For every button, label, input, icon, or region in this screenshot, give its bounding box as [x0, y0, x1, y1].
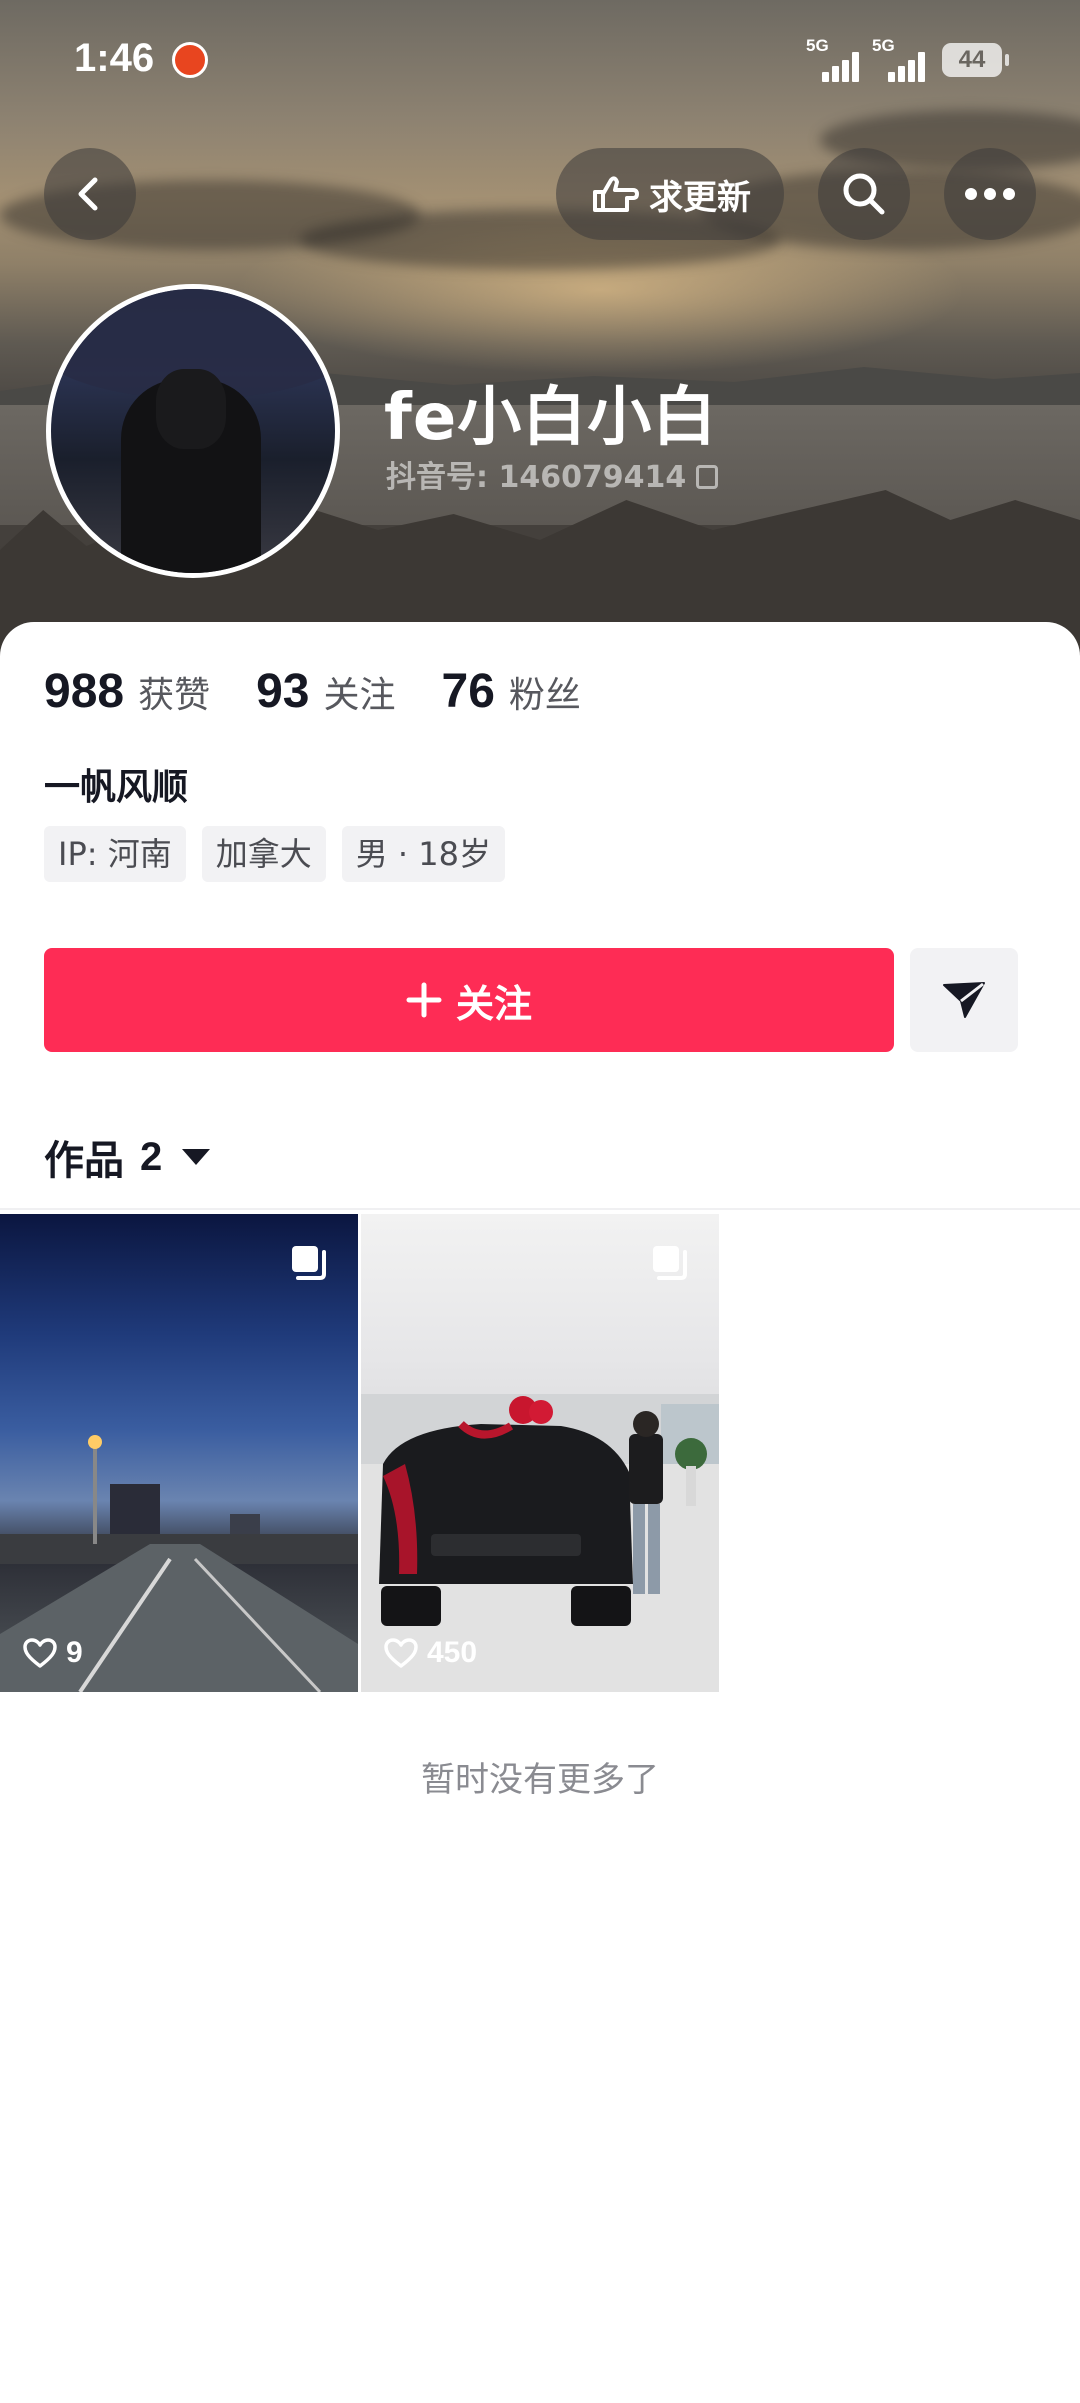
stat-likes[interactable]: 988 获赞 [44, 664, 210, 719]
multi-image-icon [292, 1246, 326, 1280]
search-icon [843, 173, 885, 215]
tab-works-count: 2 [140, 1134, 163, 1179]
tile-likes: 450 [383, 1636, 477, 1670]
divider [0, 1208, 1080, 1210]
more-dots-icon [965, 188, 1015, 200]
message-button[interactable] [910, 948, 1018, 1052]
more-button[interactable] [944, 148, 1036, 240]
caret-down-icon[interactable] [182, 1149, 211, 1165]
bio-text: 一帆风顺 [44, 767, 189, 808]
stat-followers[interactable]: 76 粉丝 [442, 664, 581, 719]
stats-row: 988 获赞 93 关注 76 粉丝 [44, 664, 627, 719]
heart-icon [384, 1638, 418, 1668]
follow-button[interactable]: 关注 [44, 948, 894, 1052]
search-button[interactable] [818, 148, 910, 240]
stat-followers-value: 76 [441, 665, 495, 718]
tag-row: IP: 河南 加拿大 男 · 18岁 [44, 826, 505, 882]
video-tile[interactable]: 450 [361, 1214, 719, 1692]
multi-image-icon [653, 1246, 687, 1280]
avatar[interactable] [46, 284, 340, 578]
stat-following-label: 关注 [323, 675, 396, 716]
douyin-id-text: 抖音号: 146079414 [386, 460, 687, 495]
request-update-button[interactable]: 求更新 [556, 148, 784, 240]
tile-thumbnail-highway [0, 1435, 358, 1692]
stat-likes-value: 988 [44, 665, 125, 718]
stat-likes-label: 获赞 [138, 675, 211, 716]
chevron-left-icon [78, 177, 98, 211]
nickname: fe小白小白 [384, 381, 718, 455]
tag-region: 加拿大 [201, 826, 326, 882]
request-update-label: 求更新 [649, 177, 751, 218]
tag-gender-age: 男 · 18岁 [341, 826, 505, 882]
douyin-id[interactable]: 抖音号: 146079414 [386, 452, 719, 496]
tile-likes-count: 450 [427, 1636, 478, 1669]
notification-app-icon [172, 42, 208, 78]
pointing-hand-icon [593, 176, 639, 212]
heart-icon [23, 1638, 57, 1668]
tile-thumbnail-car [361, 1394, 719, 1692]
send-icon [943, 982, 985, 1018]
avatar-head [156, 369, 226, 449]
status-time: 1:46 [74, 36, 155, 80]
tile-likes: 9 [22, 1636, 83, 1670]
video-tile[interactable]: 9 [0, 1214, 358, 1692]
tab-works-label: 作品 [44, 1138, 124, 1184]
tab-works[interactable]: 作品 2 [44, 1128, 211, 1186]
tag-ip: IP: 河南 [44, 826, 186, 882]
plus-icon [406, 982, 442, 1018]
no-more-text: 暂时没有更多了 [421, 1760, 659, 1800]
stat-following-value: 93 [256, 665, 310, 718]
stat-following[interactable]: 93 关注 [256, 664, 395, 719]
back-button[interactable] [44, 148, 136, 240]
tile-likes-count: 9 [66, 1636, 83, 1669]
copy-icon[interactable] [696, 465, 719, 489]
battery-icon: 44 [942, 43, 1009, 77]
follow-label: 关注 [455, 981, 532, 1026]
stat-followers-label: 粉丝 [508, 675, 581, 716]
